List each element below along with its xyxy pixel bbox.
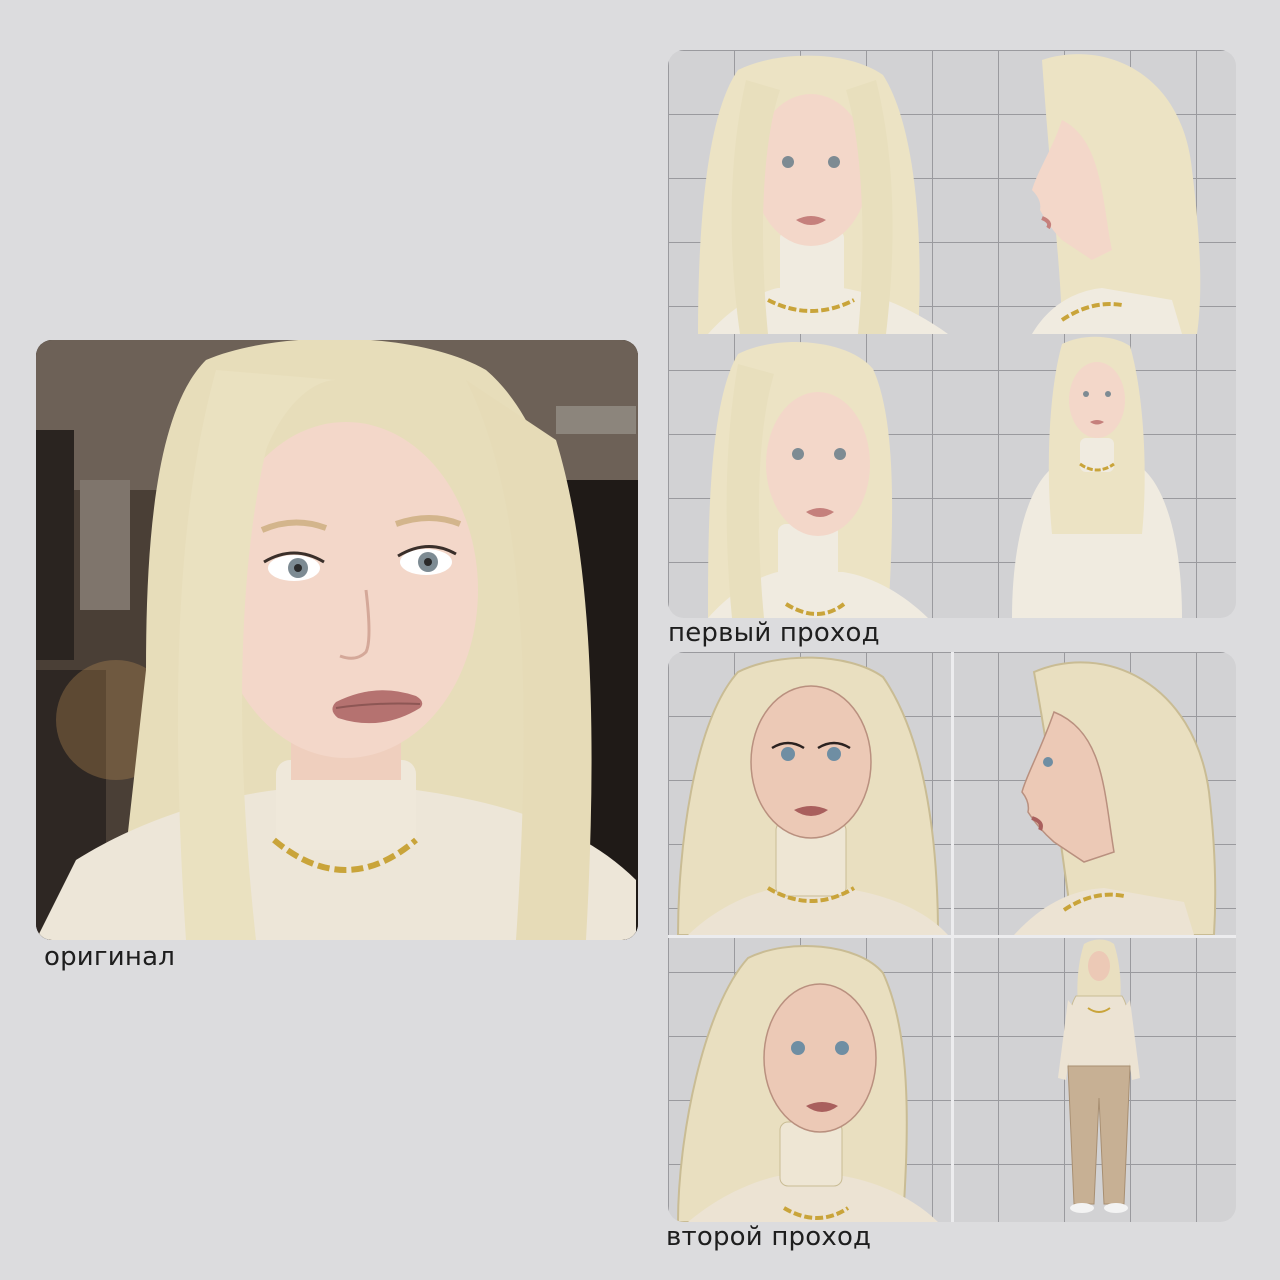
second-pass-panel [668,652,1236,1222]
second-pass-front-portrait [668,652,951,935]
caption-first-pass: первый проход [668,618,880,648]
original-photo [36,340,638,940]
second-pass-divider-vertical [951,652,954,1222]
second-pass-three-quarter [668,938,951,1222]
first-pass-three-quarter [668,334,952,618]
first-pass-side-profile [952,50,1236,334]
second-pass-full-body [954,938,1236,1222]
first-pass-upper-body [952,334,1236,618]
caption-second-pass: второй проход [666,1222,872,1252]
second-pass-side-profile [954,652,1236,935]
first-pass-panel [668,50,1236,618]
caption-original: оригинал [44,942,176,972]
first-pass-front-portrait [668,50,952,334]
